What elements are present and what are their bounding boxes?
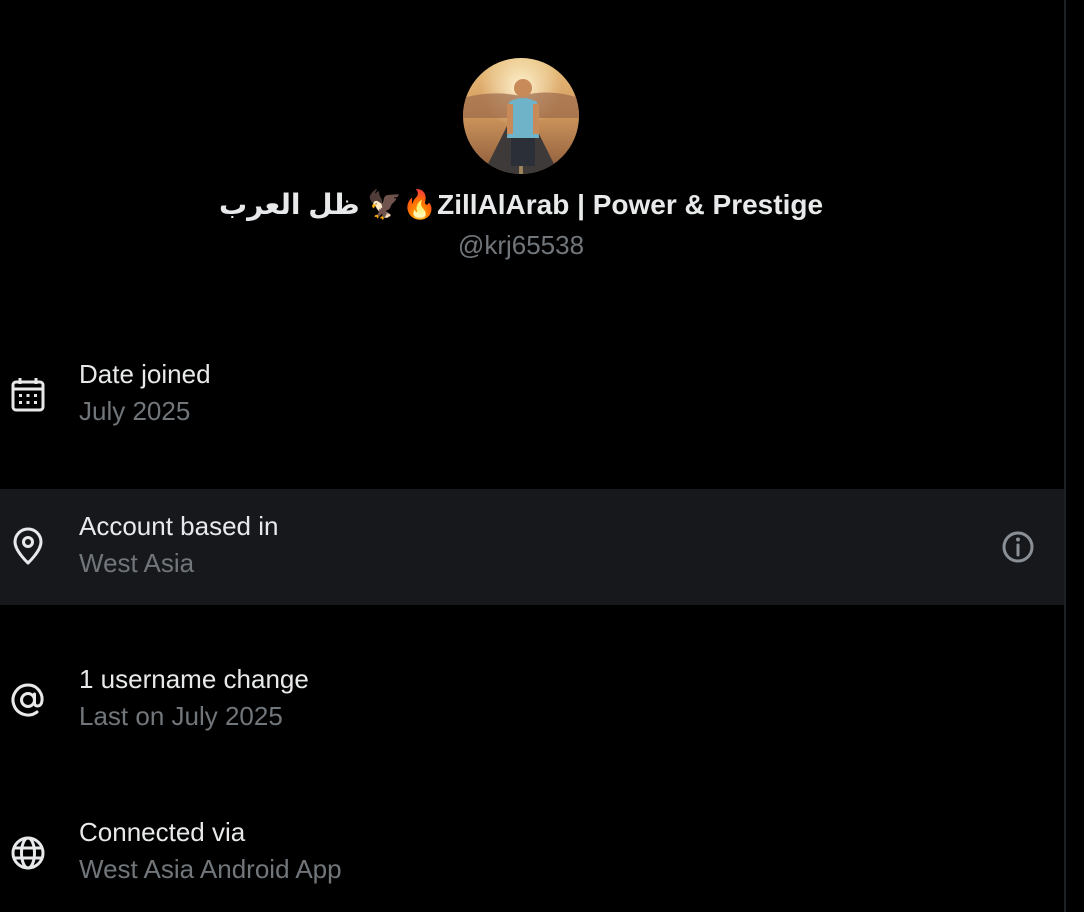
profile-display-name: ظل العرب 🦅🔥ZillAlArab | Power & Prestige <box>218 189 824 220</box>
at-sign-icon <box>11 683 44 717</box>
detail-value: July 2025 <box>79 396 191 426</box>
location-pin-icon <box>13 527 43 565</box>
globe-icon <box>11 836 45 870</box>
detail-value: West Asia <box>79 548 195 578</box>
detail-row-username-change: 1 username change Last on July 2025 <box>0 642 1064 758</box>
detail-value: West Asia Android App <box>79 854 342 884</box>
detail-row-connected-via: Connected via West Asia Android App <box>0 795 1064 911</box>
column-divider <box>1064 0 1066 912</box>
avatar-image <box>463 58 579 174</box>
detail-title: Date joined <box>79 359 211 389</box>
detail-row-account-based-in[interactable]: Account based in West Asia <box>0 489 1064 605</box>
info-icon[interactable] <box>998 527 1038 567</box>
detail-title: Connected via <box>79 817 246 847</box>
calendar-icon <box>11 378 45 412</box>
avatar[interactable] <box>463 58 579 174</box>
detail-value: Last on July 2025 <box>79 701 283 731</box>
profile-handle[interactable]: @krj65538 <box>0 230 1042 261</box>
about-account-panel: ظل العرب 🦅🔥ZillAlArab | Power & Prestige… <box>0 0 1064 912</box>
detail-title: Account based in <box>79 511 279 541</box>
detail-title: 1 username change <box>79 664 309 694</box>
detail-row-date-joined: Date joined July 2025 <box>0 337 1064 453</box>
